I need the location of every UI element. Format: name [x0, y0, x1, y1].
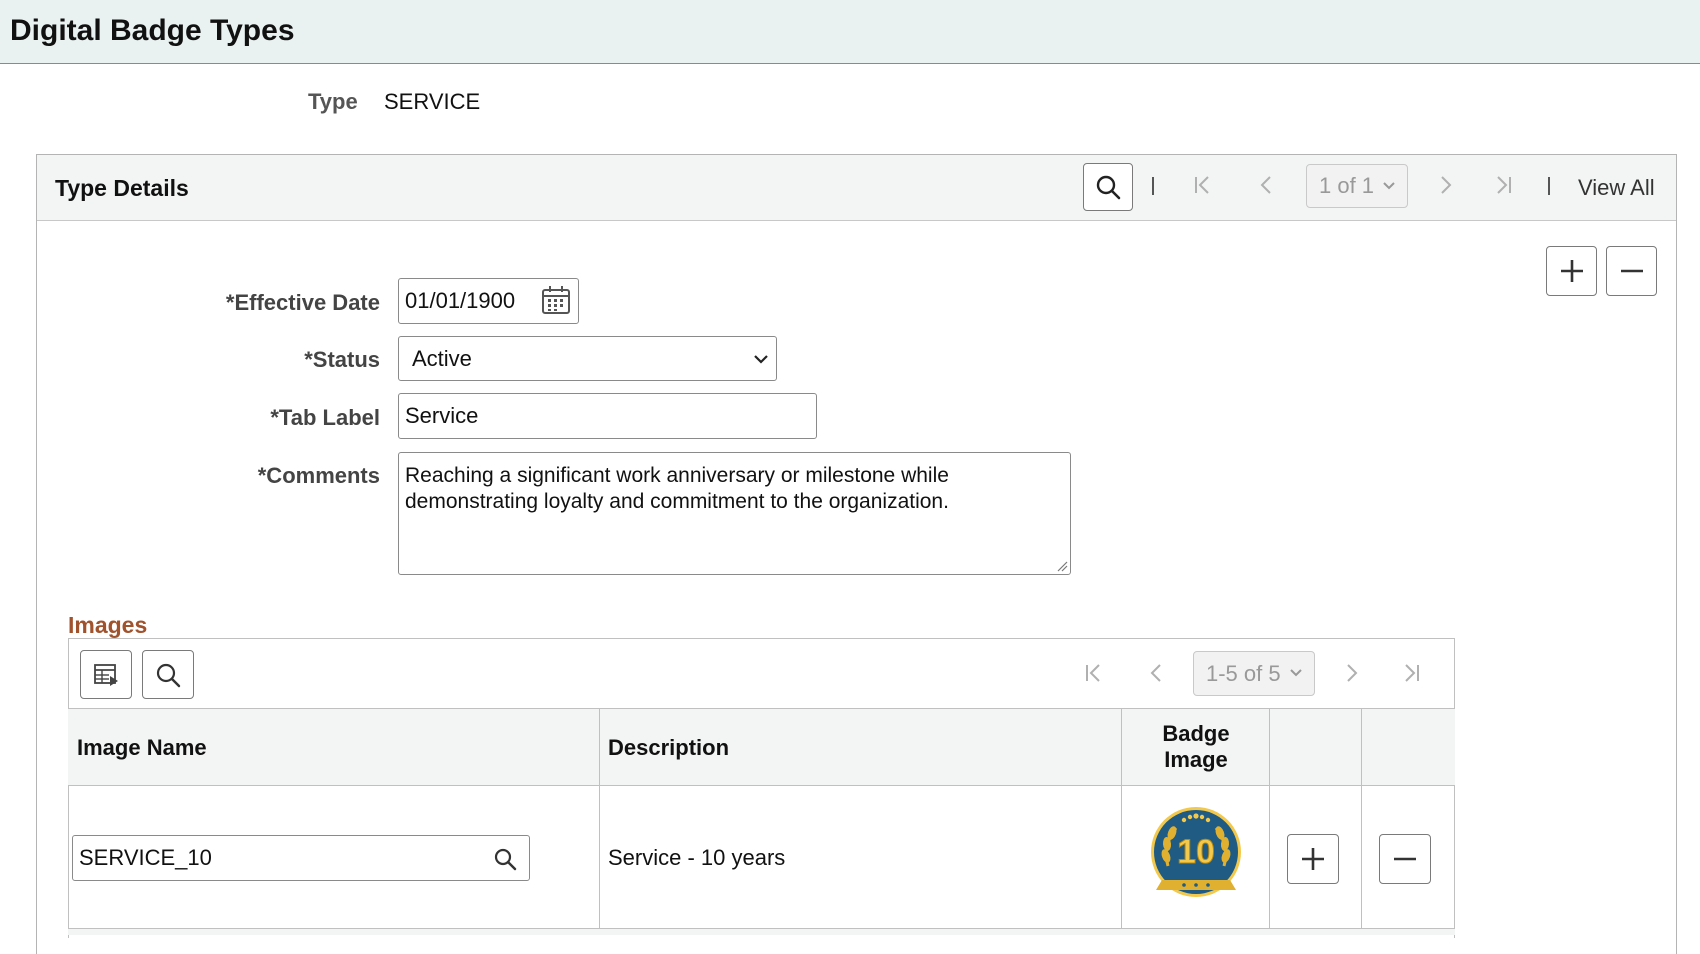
details-search-button[interactable] — [1083, 163, 1133, 211]
next-page-icon[interactable] — [1340, 662, 1362, 684]
plus-icon — [1560, 260, 1583, 282]
badge-number: 10 — [1177, 833, 1215, 871]
grid-search-button[interactable] — [142, 650, 194, 699]
page-header: Digital Badge Types — [0, 0, 1700, 64]
toolbar-separator — [1152, 177, 1154, 195]
previous-page-icon[interactable] — [1256, 174, 1278, 196]
type-details-header: Type Details — [37, 155, 1676, 221]
minus-icon — [1394, 857, 1416, 861]
column-header-badge-line1: Badge — [1162, 721, 1230, 746]
personalize-grid-button[interactable] — [80, 650, 132, 699]
add-row-button[interactable] — [1546, 246, 1597, 296]
delete-image-row-button[interactable] — [1379, 834, 1431, 884]
tab-label-label: *Tab Label — [270, 405, 380, 430]
add-image-row-button[interactable] — [1287, 834, 1339, 884]
toolbar-separator — [1548, 177, 1550, 195]
minus-icon — [1620, 269, 1643, 273]
search-icon — [1096, 175, 1121, 200]
comments-value: Reaching a significant work anniversary … — [405, 464, 949, 513]
details-pager-select[interactable]: 1 of 1 — [1306, 164, 1408, 208]
images-section-title: Images — [68, 612, 148, 638]
image-description: Service - 10 years — [608, 845, 786, 870]
previous-page-icon[interactable] — [1146, 662, 1168, 684]
image-name-value: SERVICE_10 — [79, 845, 212, 870]
image-name-input[interactable]: SERVICE_10 — [72, 835, 530, 881]
lookup-search-icon[interactable] — [493, 847, 517, 871]
search-icon — [156, 663, 181, 687]
column-header-badge-image: Badge Image — [1122, 721, 1270, 773]
resize-handle-icon[interactable] — [1056, 560, 1068, 572]
comments-label: *Comments — [257, 463, 380, 488]
next-page-icon[interactable] — [1434, 174, 1456, 196]
status-label: *Status — [304, 347, 380, 372]
effective-date-label: *Effective Date — [225, 290, 380, 315]
page-title: Digital Badge Types — [10, 14, 295, 47]
images-pager-select[interactable]: 1-5 of 5 — [1193, 651, 1315, 696]
plus-icon — [1302, 848, 1324, 870]
first-page-icon[interactable] — [1192, 174, 1214, 196]
table-row-divider — [68, 928, 1455, 935]
type-value: SERVICE — [384, 89, 481, 114]
comments-textarea[interactable]: Reaching a significant work anniversary … — [398, 452, 1071, 575]
details-pager-text: 1 of 1 — [1319, 173, 1375, 198]
effective-date-value: 01/01/1900 — [405, 288, 516, 313]
column-divider — [1269, 708, 1270, 935]
status-select[interactable]: Active — [398, 336, 777, 381]
type-details-title: Type Details — [55, 175, 189, 201]
view-all-link[interactable]: View All — [1578, 175, 1655, 201]
column-divider — [1361, 708, 1362, 935]
images-pager-text: 1-5 of 5 — [1206, 660, 1281, 686]
column-header-description[interactable]: Description — [608, 735, 729, 761]
chevron-down-icon — [754, 355, 768, 364]
chevron-down-icon — [1383, 182, 1395, 190]
status-value: Active — [412, 345, 472, 371]
tab-label-input[interactable]: Service — [398, 393, 817, 439]
chevron-down-icon — [1290, 669, 1302, 677]
calendar-icon[interactable] — [540, 284, 572, 316]
delete-row-button[interactable] — [1606, 246, 1657, 296]
column-divider — [1121, 708, 1122, 935]
type-label: Type — [308, 89, 358, 114]
tab-label-value: Service — [405, 403, 479, 428]
grid-settings-icon — [94, 663, 118, 686]
column-header-badge-line2: Image — [1164, 747, 1228, 772]
column-divider — [599, 708, 600, 935]
column-header-image-name[interactable]: Image Name — [77, 735, 207, 761]
last-page-icon[interactable] — [1492, 174, 1514, 196]
badge-image: 10 — [1151, 807, 1241, 897]
first-page-icon[interactable] — [1083, 662, 1105, 684]
last-page-icon[interactable] — [1400, 662, 1422, 684]
